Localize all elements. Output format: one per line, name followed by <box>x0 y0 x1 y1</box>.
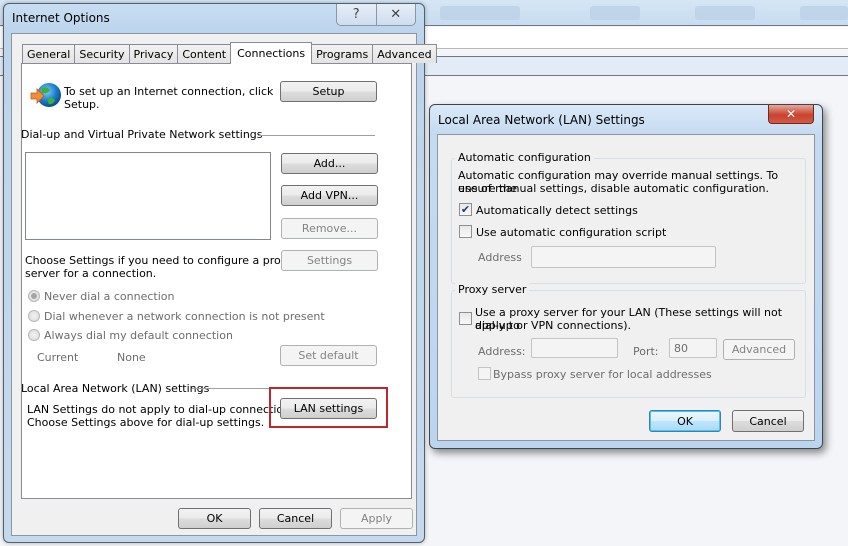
tab-programs[interactable]: Programs <box>311 44 374 63</box>
ok-button[interactable]: OK <box>178 508 251 529</box>
use-proxy-checkbox[interactable] <box>459 312 472 325</box>
port-label: Port: <box>633 345 659 358</box>
proxy-settings-description: Choose Settings if you need to configure… <box>25 254 294 267</box>
auto-config-description-line2: use of manual settings, disable automati… <box>458 182 770 195</box>
lan-settings-dialog: Local Area Network (LAN) Settings ✕ Auto… <box>429 104 823 449</box>
auto-config-script-checkbox[interactable] <box>459 225 472 238</box>
close-button[interactable]: ✕ <box>375 4 416 25</box>
radio-dial-whenever[interactable] <box>28 310 40 322</box>
background-tab <box>590 6 640 20</box>
bypass-local-label: Bypass proxy server for local addresses <box>493 368 712 381</box>
tab-advanced[interactable]: Advanced <box>372 44 437 63</box>
setup-description-line2: Setup. <box>64 98 100 111</box>
advanced-button[interactable]: Advanced <box>723 339 795 360</box>
lan-settings-button[interactable]: LAN settings <box>280 398 377 419</box>
auto-config-script-label: Use automatic configuration script <box>476 226 667 239</box>
help-icon: ? <box>352 7 360 22</box>
setup-button[interactable]: Setup <box>280 81 377 102</box>
tab-content[interactable]: Content <box>177 44 232 63</box>
radio-dial-whenever-label: Dial whenever a network connection is no… <box>44 310 325 323</box>
close-icon: ✕ <box>390 7 402 22</box>
add-button[interactable]: Add... <box>281 153 378 174</box>
use-proxy-label-line2: dial-up or VPN connections). <box>475 319 632 332</box>
tab-general[interactable]: General <box>22 44 76 63</box>
background-tab <box>695 6 755 20</box>
current-value: None <box>117 351 146 364</box>
bypass-local-checkbox[interactable] <box>478 367 491 380</box>
tab-connections[interactable]: Connections <box>230 42 313 64</box>
script-address-label: Address <box>478 251 522 264</box>
divider <box>258 135 375 136</box>
add-vpn-button[interactable]: Add VPN... <box>281 185 378 206</box>
lan-close-button[interactable]: ✕ <box>768 105 814 124</box>
radio-never-dial-label: Never dial a connection <box>44 290 175 303</box>
lan-ok-button[interactable]: OK <box>649 410 721 432</box>
automatic-configuration-heading: Automatic configuration <box>455 151 594 164</box>
dialup-heading: Dial-up and Virtual Private Network sett… <box>21 128 263 141</box>
apply-button[interactable]: Apply <box>340 508 413 529</box>
connections-panel: To set up an Internet connection, click … <box>21 63 412 499</box>
proxy-settings-description-line2: server for a connection. <box>25 267 157 280</box>
radio-always-dial-label: Always dial my default connection <box>44 329 233 342</box>
lan-dialog-title: Local Area Network (LAN) Settings <box>438 113 645 127</box>
tab-privacy[interactable]: Privacy <box>128 44 179 63</box>
tab-bar: General Security Privacy Content Connect… <box>22 42 437 64</box>
background-tab <box>440 6 520 20</box>
internet-options-window: Internet Options ? ✕ General Security Pr… <box>3 3 437 543</box>
lan-cancel-button[interactable]: Cancel <box>732 410 804 432</box>
proxy-address-input[interactable] <box>531 338 618 358</box>
lan-description: LAN Settings do not apply to dial-up con… <box>27 403 300 416</box>
settings-button[interactable]: Settings <box>281 250 378 271</box>
dialog-client-area: General Security Privacy Content Connect… <box>11 33 437 536</box>
proxy-server-heading: Proxy server <box>455 283 530 296</box>
lan-dialog-client-area: Automatic configuration Automatic config… <box>437 134 815 441</box>
globe-arrow-icon <box>30 83 61 107</box>
connections-list[interactable] <box>25 152 271 240</box>
proxy-address-label: Address: <box>478 345 526 358</box>
lan-description-line2: Choose Settings above for dial-up settin… <box>27 416 265 429</box>
remove-button[interactable]: Remove... <box>281 218 378 239</box>
window-title: Internet Options <box>12 11 110 25</box>
current-label: Current <box>37 351 79 364</box>
tab-security[interactable]: Security <box>74 44 130 63</box>
help-button[interactable]: ? <box>337 4 376 25</box>
port-input[interactable]: 80 <box>669 338 717 358</box>
checkmark-icon: ✔ <box>460 203 471 216</box>
background-tab <box>800 6 848 20</box>
caption-buttons: ? ✕ <box>336 4 416 26</box>
lan-heading: Local Area Network (LAN) settings <box>21 382 210 395</box>
script-address-input[interactable] <box>531 246 716 268</box>
auto-detect-label: Automatically detect settings <box>476 204 638 217</box>
auto-detect-checkbox[interactable]: ✔ <box>459 203 472 216</box>
radio-always-dial[interactable] <box>28 329 40 341</box>
setup-description: To set up an Internet connection, click <box>64 85 274 98</box>
close-icon: ✕ <box>785 107 797 121</box>
set-default-button[interactable]: Set default <box>280 345 377 366</box>
cancel-button[interactable]: Cancel <box>259 508 332 529</box>
radio-never-dial[interactable] <box>28 290 40 302</box>
